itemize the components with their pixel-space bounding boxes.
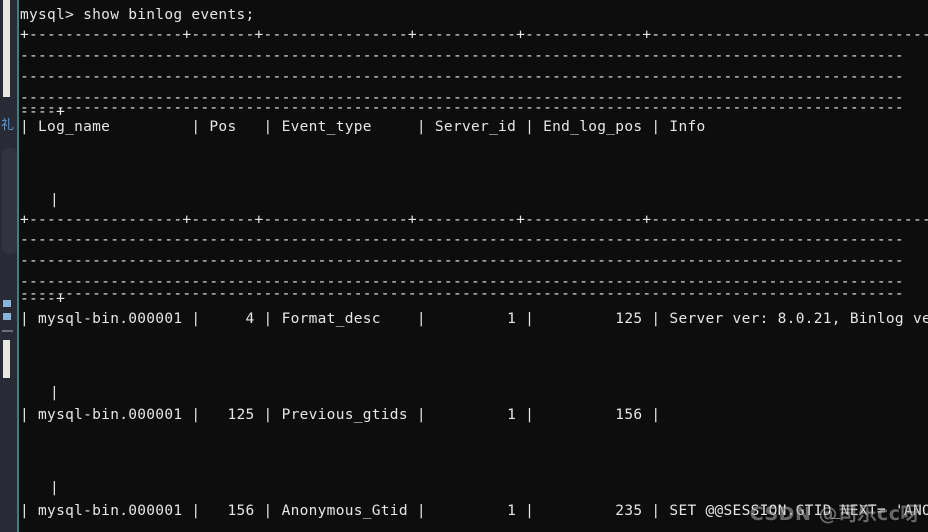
table-row-wrap-tail: |	[50, 385, 60, 401]
table-border-mid-seg-5: ----+	[20, 291, 66, 307]
table-border-top-seg-4: ----------------------------------------…	[20, 100, 904, 116]
table-border-top-seg-2: ----------------------------------------…	[20, 69, 904, 85]
table-border-top-seg-1: ----------------------------------------…	[20, 48, 904, 64]
terminal-output[interactable]: mysql> show binlog events; +------------…	[14, 0, 928, 532]
table-border-mid-seg-2: ----------------------------------------…	[20, 253, 904, 269]
table-border-mid-seg-0: +-----------------+-------+-------------…	[20, 212, 928, 228]
table-header-row-wrap-tail: |	[50, 192, 60, 208]
table-row: | mysql-bin.000001 | 125 | Previous_gtid…	[20, 407, 661, 423]
terminal-window: 礼 mysql> show binlog events; +----------…	[0, 0, 928, 532]
table-border-top-seg-5: ----+	[20, 104, 66, 120]
gutter-divider-dash	[2, 330, 13, 332]
gutter-marker-2[interactable]	[3, 313, 11, 320]
gutter-panel	[2, 148, 18, 254]
table-header-row: | Log_name | Pos | Event_type | Server_i…	[20, 119, 706, 135]
table-border-top-seg-0: +-----------------+-------+-------------…	[20, 27, 928, 43]
scrollbar-thumb-top[interactable]	[3, 0, 10, 97]
table-border-mid-seg-1: ----------------------------------------…	[20, 232, 904, 248]
table-border-mid-seg-4: ----------------------------------------…	[20, 286, 904, 302]
scrollbar-thumb-mid[interactable]	[3, 340, 10, 378]
table-row: | mysql-bin.000001 | 4 | Format_desc | 1…	[20, 311, 928, 327]
table-row-wrap-tail: |	[50, 480, 60, 496]
prompt-command-line: mysql> show binlog events;	[20, 7, 255, 23]
table-row: | mysql-bin.000001 | 156 | Anonymous_Gti…	[20, 503, 928, 519]
clipped-edge-glyph-icon: 礼	[1, 118, 14, 133]
gutter-rail-divider	[17, 0, 19, 532]
gutter-marker-1[interactable]	[3, 300, 11, 307]
